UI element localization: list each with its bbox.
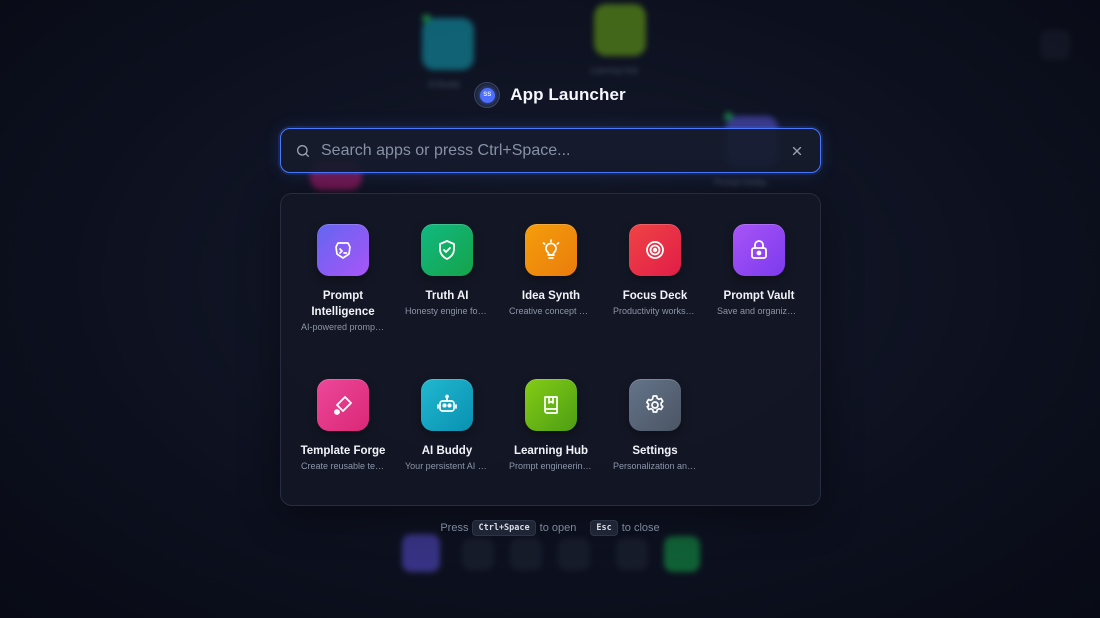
app-grid: Prompt Intelligence AI-powered prompt an… <box>291 224 811 534</box>
keyboard-hint: Press Ctrl+Space to open Esc to close <box>0 520 1100 536</box>
app-icon <box>629 379 681 431</box>
bg-dock-icon <box>510 538 542 570</box>
eraser-icon <box>334 396 352 415</box>
bg-app-learning-hub-icon <box>594 4 646 56</box>
app-description: Personalization and preferences <box>613 461 697 471</box>
bg-dock-icon <box>616 538 648 570</box>
app-tile-prompt-intelligence[interactable]: Prompt Intelligence AI-powered prompt an… <box>291 224 395 379</box>
lightbulb-icon <box>542 239 560 259</box>
app-tile-prompt-vault[interactable]: Prompt Vault Save and organize prompts <box>707 224 811 379</box>
app-icon <box>733 224 785 276</box>
search-input[interactable] <box>321 141 788 160</box>
bg-app-ai-buddy-icon <box>422 18 474 70</box>
app-name: Learning Hub <box>513 445 589 457</box>
app-name: AI Buddy <box>421 445 473 457</box>
app-icon <box>317 224 369 276</box>
app-grid-panel: Prompt Intelligence AI-powered prompt an… <box>280 193 821 506</box>
bg-dock-icon <box>558 538 590 570</box>
bg-status-dot <box>724 112 733 121</box>
app-tile-settings[interactable]: Settings Personalization and preferences <box>603 379 707 534</box>
target-icon <box>646 241 664 259</box>
clear-search-button[interactable] <box>788 142 806 160</box>
bg-dock-icon <box>664 536 700 572</box>
shortcut-open-key: Ctrl+Space <box>472 520 536 536</box>
app-name: Prompt Intelligence <box>311 290 375 318</box>
app-description: Create reusable templates <box>301 461 385 471</box>
app-icon <box>421 224 473 276</box>
search-bar <box>280 128 821 173</box>
app-name: Settings <box>632 445 678 457</box>
app-icon <box>629 224 681 276</box>
shield-check-icon <box>439 240 455 260</box>
bg-label: Prompt Intellig... <box>714 178 772 187</box>
lock-icon <box>751 240 767 259</box>
app-tile-truth-ai[interactable]: Truth AI Honesty engine for AI <box>395 224 499 379</box>
app-icon <box>421 379 473 431</box>
app-name: Truth AI <box>425 290 469 302</box>
hint-to-open: to open <box>539 522 577 534</box>
app-name: Prompt Vault <box>723 290 795 302</box>
app-tile-template-forge[interactable]: Template Forge Create reusable templates <box>291 379 395 534</box>
book-icon <box>544 396 558 414</box>
bg-status-dot <box>422 14 431 23</box>
logo-text: SS <box>479 87 495 103</box>
app-icon <box>525 379 577 431</box>
app-tile-ai-buddy[interactable]: AI Buddy Your persistent AI companion <box>395 379 499 534</box>
bg-corner-icon <box>1040 30 1070 60</box>
bg-dock-icon <box>462 538 494 570</box>
app-name: Template Forge <box>300 445 386 457</box>
hint-to-close: to close <box>621 522 660 534</box>
app-description: Prompt engineering lessons <box>509 461 593 471</box>
launcher-header: SS App Launcher <box>0 82 1100 108</box>
app-description: Creative concept generator <box>509 306 593 316</box>
app-description: Productivity workspace <box>613 306 697 316</box>
bg-dock-icon <box>402 534 440 572</box>
launcher-logo: SS <box>474 82 501 108</box>
app-icon <box>317 379 369 431</box>
close-icon <box>792 146 802 155</box>
brain-icon <box>335 242 351 259</box>
app-description: Honesty engine for AI <box>405 306 489 316</box>
robot-icon <box>437 394 457 412</box>
app-tile-learning-hub[interactable]: Learning Hub Prompt engineering lessons <box>499 379 603 534</box>
app-description: AI-powered prompt analysis <box>301 322 385 332</box>
app-tile-idea-synth[interactable]: Idea Synth Creative concept generator <box>499 224 603 379</box>
hint-press: Press <box>440 522 469 534</box>
shortcut-close-key: Esc <box>590 520 618 536</box>
bg-dock <box>396 530 704 576</box>
app-description: Your persistent AI companion <box>405 461 489 471</box>
gear-icon <box>645 395 664 413</box>
app-name: Idea Synth <box>521 290 581 302</box>
app-name: Focus Deck <box>622 290 688 302</box>
page-title: App Launcher <box>510 85 626 104</box>
search-icon <box>297 144 309 157</box>
bg-label: Learning Hub <box>590 66 639 75</box>
app-tile-focus-deck[interactable]: Focus Deck Productivity workspace <box>603 224 707 379</box>
app-description: Save and organize prompts <box>717 306 801 316</box>
app-icon <box>525 224 577 276</box>
